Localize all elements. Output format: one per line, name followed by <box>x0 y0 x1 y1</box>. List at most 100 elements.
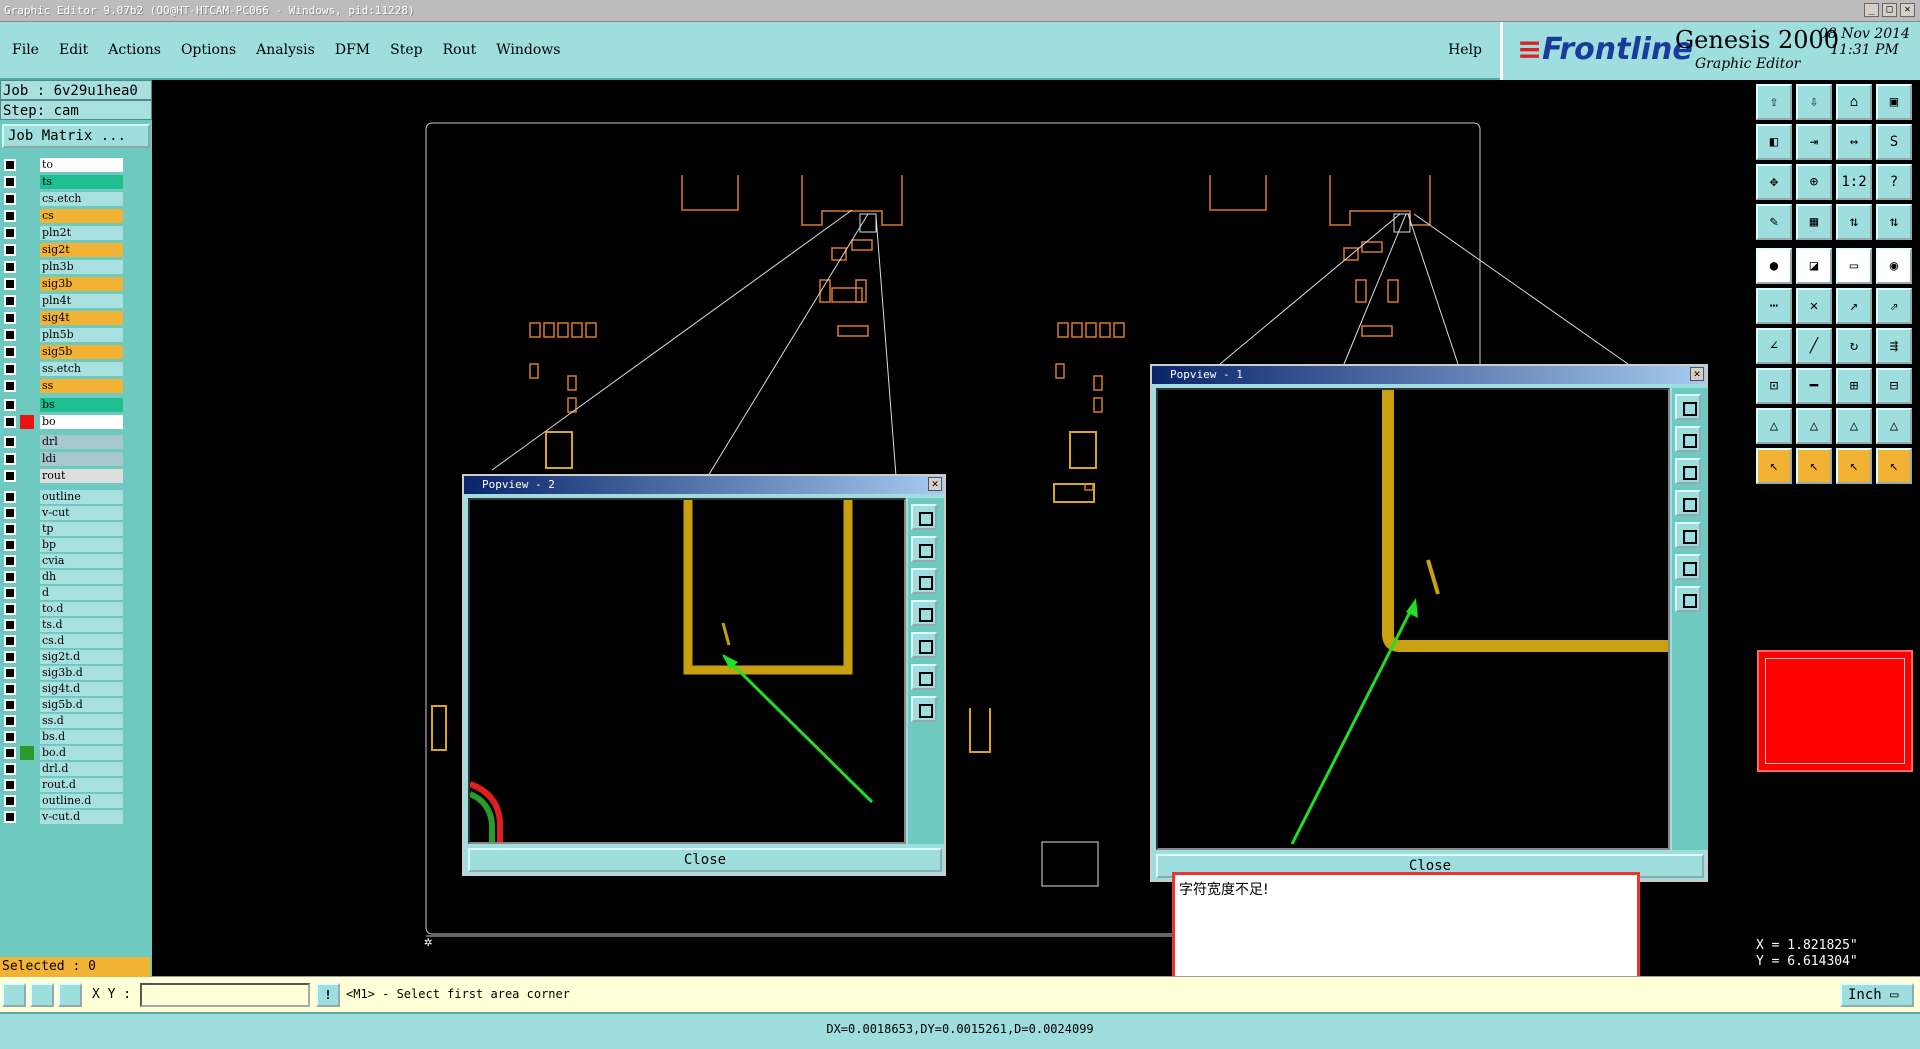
layer-row-sig5b.d[interactable]: sig5b.d <box>4 698 123 712</box>
layer-name[interactable]: pln5b <box>40 328 123 342</box>
layer-row-bs.d[interactable]: bs.d <box>4 730 123 744</box>
layer-checkbox[interactable] <box>4 329 16 341</box>
layer-name[interactable]: rout.d <box>40 778 123 792</box>
layer-row-to.d[interactable]: to.d <box>4 602 123 616</box>
layer-checkbox[interactable] <box>4 811 16 823</box>
layer-name[interactable]: sig2t <box>40 243 123 257</box>
measure-icon[interactable] <box>30 983 54 1007</box>
layer-row-cs[interactable]: cs <box>4 209 123 223</box>
layer-checkbox[interactable] <box>4 539 16 551</box>
popview-2-close-button[interactable]: Close <box>468 848 942 872</box>
move-down-icon[interactable]: ⇅ <box>1876 204 1912 240</box>
line2-icon[interactable]: ━ <box>1796 368 1832 404</box>
scale-icon[interactable]: 1:2 <box>1836 164 1872 200</box>
layer-name[interactable]: sig4t.d <box>40 682 123 696</box>
move-up-icon[interactable]: ⇅ <box>1836 204 1872 240</box>
layer-name[interactable]: v-cut.d <box>40 810 123 824</box>
layer-row-outline[interactable]: outline <box>4 490 123 504</box>
grid-icon[interactable]: ▦ <box>1796 204 1832 240</box>
group-icon[interactable]: ⊞ <box>1836 368 1872 404</box>
layer-row-pln2t[interactable]: pln2t <box>4 226 123 240</box>
zoom-in-icon[interactable] <box>911 664 937 690</box>
layer-name[interactable]: sig2t.d <box>40 650 123 664</box>
menu-options[interactable]: Options <box>181 42 236 58</box>
layer-checkbox[interactable] <box>4 571 16 583</box>
layer-row-cs.d[interactable]: cs.d <box>4 634 123 648</box>
layer-right-icon[interactable]: ⇥ <box>1796 124 1832 160</box>
popview-1-view[interactable] <box>1156 388 1670 850</box>
layer-checkbox[interactable] <box>4 779 16 791</box>
layer-checkbox[interactable] <box>4 346 16 358</box>
layer-row-v-cut[interactable]: v-cut <box>4 506 123 520</box>
layer-name[interactable]: to <box>40 158 123 172</box>
close-button[interactable]: ✕ <box>1900 3 1915 17</box>
layer-name[interactable]: outline <box>40 490 123 504</box>
layer-row-v-cut.d[interactable]: v-cut.d <box>4 810 123 824</box>
layer-name[interactable]: pln2t <box>40 226 123 240</box>
popview-2-window[interactable]: Popview - 2 ✕ Close <box>462 474 946 876</box>
minimize-button[interactable]: _ <box>1864 3 1879 17</box>
layer-row-sig3b.d[interactable]: sig3b.d <box>4 666 123 680</box>
angle-icon[interactable]: ∠ <box>1756 328 1792 364</box>
job-matrix-button[interactable]: Job Matrix ... <box>2 124 150 148</box>
triangle1-icon[interactable]: △ <box>1756 408 1792 444</box>
layer-row-bp[interactable]: bp <box>4 538 123 552</box>
layer-row-ts[interactable]: ts <box>4 175 123 189</box>
layer-row-ss[interactable]: ss <box>4 379 123 393</box>
layer-name[interactable]: cs.d <box>40 634 123 648</box>
home-icon[interactable]: ⌂ <box>1836 84 1872 120</box>
pointer3-icon[interactable]: ↖ <box>1836 448 1872 484</box>
layer-row-cs.etch[interactable]: cs.etch <box>4 192 123 206</box>
import-icon[interactable]: ⇩ <box>1796 84 1832 120</box>
layer-checkbox[interactable] <box>4 363 16 375</box>
triangle3-icon[interactable]: △ <box>1836 408 1872 444</box>
xy-input[interactable] <box>140 983 310 1007</box>
layer-checkbox[interactable] <box>4 470 16 482</box>
layer-row-dh[interactable]: dh <box>4 570 123 584</box>
layer-name[interactable]: pln3b <box>40 260 123 274</box>
grid-icon[interactable] <box>58 983 82 1007</box>
delete-icon[interactable]: ✕ <box>1796 288 1832 324</box>
ungroup-icon[interactable]: ⊟ <box>1876 368 1912 404</box>
layer-checkbox[interactable] <box>4 491 16 503</box>
layer-name[interactable]: bs <box>40 398 123 412</box>
zoom-home-icon[interactable] <box>911 504 937 530</box>
layer-checkbox[interactable] <box>4 193 16 205</box>
layer-checkbox[interactable] <box>4 507 16 519</box>
layer-row-pln5b[interactable]: pln5b <box>4 328 123 342</box>
layer-row-to[interactable]: to <box>4 158 123 172</box>
popview-2-close-icon[interactable]: ✕ <box>928 477 942 491</box>
layer-checkbox[interactable] <box>4 651 16 663</box>
layer-checkbox[interactable] <box>4 176 16 188</box>
fit-icon[interactable]: ✥ <box>1756 164 1792 200</box>
layer-row-rout[interactable]: rout <box>4 469 123 483</box>
layer-row-sig4t.d[interactable]: sig4t.d <box>4 682 123 696</box>
layer-checkbox[interactable] <box>4 619 16 631</box>
popview-1-window[interactable]: Popview - 1 ✕ Close <box>1150 364 1708 882</box>
menu-windows[interactable]: Windows <box>496 42 560 58</box>
triangle4-icon[interactable]: △ <box>1876 408 1912 444</box>
layer-row-drl[interactable]: drl <box>4 435 123 449</box>
pan-up-icon[interactable] <box>1675 426 1701 452</box>
layer-row-sig5b[interactable]: sig5b <box>4 345 123 359</box>
help-icon[interactable]: ? <box>1876 164 1912 200</box>
layer-row-pln4t[interactable]: pln4t <box>4 294 123 308</box>
layer-name[interactable]: drl <box>40 435 123 449</box>
popview-1-close-icon[interactable]: ✕ <box>1690 367 1704 381</box>
pointer4-icon[interactable]: ↖ <box>1876 448 1912 484</box>
flip-icon[interactable]: ↔ <box>1836 124 1872 160</box>
layer-row-cvia[interactable]: cvia <box>4 554 123 568</box>
pointer2-icon[interactable]: ↖ <box>1796 448 1832 484</box>
pointer1-icon[interactable]: ↖ <box>1756 448 1792 484</box>
pan-right-icon[interactable] <box>1675 522 1701 548</box>
menu-file[interactable]: File <box>12 42 39 58</box>
layer-checkbox[interactable] <box>4 667 16 679</box>
pan-left-icon[interactable] <box>1675 490 1701 516</box>
shape-icon[interactable]: ◪ <box>1796 248 1832 284</box>
layer-row-ldi[interactable]: ldi <box>4 452 123 466</box>
pad-icon[interactable]: ● <box>1756 248 1792 284</box>
net-icon[interactable]: ⋯ <box>1756 288 1792 324</box>
stack-icon[interactable]: ⇶ <box>1876 328 1912 364</box>
layer-left-icon[interactable]: ◧ <box>1756 124 1792 160</box>
layer-checkbox[interactable] <box>4 312 16 324</box>
